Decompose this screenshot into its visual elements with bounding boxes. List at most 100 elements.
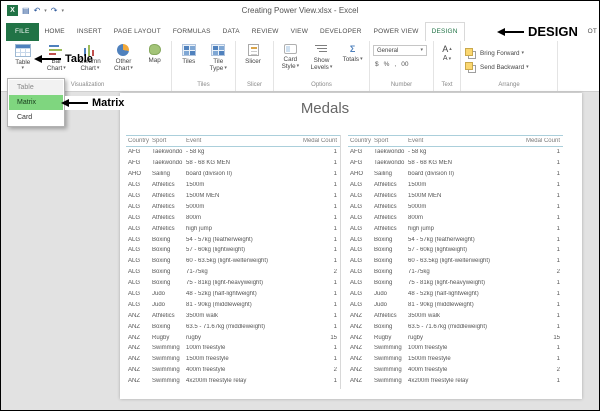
column-header-medal-count[interactable]: Medal Count	[300, 138, 340, 144]
show-levels-button[interactable]: Show Levels▾	[306, 44, 338, 71]
other-chart-button[interactable]: Other Chart▾	[108, 44, 140, 72]
table-row[interactable]: AFG Taekwondo - 58 kg 1	[348, 147, 563, 158]
tab-design[interactable]: DESIGN	[425, 22, 465, 41]
table-row[interactable]: ALG Judo 48 - 52kg (half-lightweight) 1	[348, 289, 563, 300]
table-row[interactable]: AFG Taekwondo 58 - 68 KG MEN 1	[348, 158, 563, 169]
table-row[interactable]: ANZ Swimming 400m freestyle 2	[348, 365, 563, 376]
column-header-sport[interactable]: Sport	[374, 138, 408, 144]
table-row[interactable]: ANZ Athletics 3500m walk 1	[348, 310, 563, 321]
totals-button[interactable]: Σ Totals▾	[339, 44, 366, 63]
table-row[interactable]: ALG Boxing 75 - 81kg (light-heavyweight)…	[348, 278, 563, 289]
table-row[interactable]: ANZ Swimming 1500m freestyle 1	[126, 354, 340, 365]
report-title[interactable]: Medals	[150, 100, 500, 117]
table-row[interactable]: ANZ Swimming 4x200m freestyle relay 1	[348, 376, 563, 387]
table-row[interactable]: ANZ Rugby rugby 15	[348, 332, 563, 343]
card-style-button[interactable]: Card Style▾	[277, 44, 304, 70]
table-row[interactable]: ALG Boxing 71-75kg 2	[126, 267, 340, 278]
table-row[interactable]: ALG Athletics 800m 1	[126, 212, 340, 223]
menu-item-table[interactable]: Table	[9, 80, 63, 95]
tab-view[interactable]: VIEW	[285, 23, 314, 41]
table-row[interactable]: AFG Taekwondo 58 - 68 KG MEN 1	[126, 158, 340, 169]
column-header-country[interactable]: Country	[126, 138, 152, 144]
tab-insert[interactable]: INSERT	[71, 23, 108, 41]
tab-data[interactable]: DATA	[217, 23, 246, 41]
table-row[interactable]: ANZ Swimming 400m freestyle 2	[126, 365, 340, 376]
table-row[interactable]: ANZ Swimming 1500m freestyle 1	[348, 354, 563, 365]
send-backward-button[interactable]: Send Backward ▾	[464, 60, 529, 74]
decimal-format-button[interactable]: 00	[401, 61, 408, 68]
table-row[interactable]: ALG Boxing 75 - 81kg (light-heavyweight)…	[126, 278, 340, 289]
increase-text-size-button[interactable]: A ▴	[442, 45, 452, 54]
comma-format-button[interactable]: ,	[394, 61, 396, 68]
tab-developer[interactable]: DEVELOPER	[314, 23, 368, 41]
tab-review[interactable]: REVIEW	[246, 23, 285, 41]
column-header-country[interactable]: Country	[348, 138, 374, 144]
cell-event: 5000m	[408, 204, 523, 210]
table-row[interactable]: ALG Athletics 5000m 1	[348, 201, 563, 212]
table-row[interactable]: ALG Athletics 1500m 1	[126, 180, 340, 191]
tile-type-button[interactable]: Tile Type▾	[205, 44, 233, 72]
slicer-button[interactable]: Slicer	[239, 44, 267, 65]
card-style-label-1: Card	[284, 56, 298, 63]
table-row[interactable]: ANZ Swimming 100m freestyle 1	[126, 343, 340, 354]
map-button[interactable]: Map	[141, 44, 168, 64]
table-row[interactable]: ALG Boxing 60 - 63.5kg (light-welterweig…	[126, 256, 340, 267]
table-row[interactable]: ANZ Swimming 4x200m freestyle relay 1	[126, 376, 340, 387]
tiles-button[interactable]: Tiles	[175, 44, 203, 65]
decrease-text-size-button[interactable]: A ▾	[443, 55, 451, 63]
table-row[interactable]: ALG Boxing 57 - 60kg (lightweight) 1	[348, 245, 563, 256]
table-row[interactable]: ANZ Athletics 3500m walk 1	[126, 310, 340, 321]
table-row[interactable]: ALG Athletics 1500M MEN 1	[348, 191, 563, 202]
menu-item-matrix[interactable]: Matrix	[9, 95, 63, 110]
table-row[interactable]: ALG Judo 81 - 90kg (middleweight) 1	[348, 299, 563, 310]
table-row[interactable]: ALG Athletics high jump 1	[348, 223, 563, 234]
table-row[interactable]: ALG Boxing 57 - 60kg (lightweight) 1	[126, 245, 340, 256]
table-row[interactable]: ANZ Swimming 100m freestyle 1	[348, 343, 563, 354]
column-header-event[interactable]: Event	[186, 138, 300, 144]
qat-caret-icon[interactable]: ▾	[61, 8, 64, 14]
redo-icon[interactable]: ↷	[51, 6, 58, 16]
menu-item-card[interactable]: Card	[9, 110, 63, 125]
tab-power-view[interactable]: POWER VIEW	[368, 23, 425, 41]
cell-sport: Athletics	[374, 313, 408, 319]
table-row[interactable]: ANZ Rugby rugby 15	[126, 332, 340, 343]
table-row[interactable]: ALG Boxing 60 - 63.5kg (light-welterweig…	[348, 256, 563, 267]
table-row[interactable]: ANZ Boxing 63.5 - 71.67kg (middleweight)…	[348, 321, 563, 332]
currency-format-button[interactable]: $	[375, 61, 379, 68]
save-icon[interactable]: ▤	[22, 6, 30, 16]
table-row[interactable]: ALG Athletics 5000m 1	[126, 201, 340, 212]
table-row[interactable]: ALG Boxing 54 - 57kg (featherweight) 1	[126, 234, 340, 245]
percent-format-button[interactable]: %	[384, 61, 390, 68]
undo-caret-icon[interactable]: ▾	[44, 8, 47, 14]
table-row[interactable]: AHO Sailing board (division II) 1	[126, 169, 340, 180]
caret-down-icon: ▾	[449, 57, 452, 62]
tab-page-layout[interactable]: PAGE LAYOUT	[108, 23, 167, 41]
bring-forward-button[interactable]: Bring Forward ▾	[464, 46, 524, 60]
table-row[interactable]: ALG Athletics 1500m 1	[348, 180, 563, 191]
table-row[interactable]: ALG Judo 48 - 52kg (half-lightweight) 1	[126, 289, 340, 300]
caret-down-icon: ▾	[63, 66, 66, 71]
table-row[interactable]: AHO Sailing board (division II) 1	[348, 169, 563, 180]
number-format-dropdown[interactable]: General ▾	[373, 45, 427, 56]
tab-file[interactable]: FILE	[6, 23, 39, 41]
table-row[interactable]: ALG Athletics 1500M MEN 1	[126, 191, 340, 202]
undo-icon[interactable]: ↶	[34, 6, 41, 16]
cell-event: 60 - 63.5kg (light-welterweight)	[408, 258, 523, 264]
column-header-sport[interactable]: Sport	[152, 138, 186, 144]
column-header-event[interactable]: Event	[408, 138, 523, 144]
column-header-medal-count[interactable]: Medal Count	[523, 138, 563, 144]
table-row[interactable]: AFG Taekwondo - 58 kg 1	[126, 147, 340, 158]
table-row[interactable]: ALG Boxing 71-75kg 2	[348, 267, 563, 278]
tab-home[interactable]: HOME	[39, 23, 71, 41]
table-row[interactable]: ALG Athletics high jump 1	[126, 223, 340, 234]
tab-powerpivot-partial[interactable]: OT	[587, 23, 598, 41]
table-row[interactable]: ALG Boxing 54 - 57kg (featherweight) 1	[348, 234, 563, 245]
number-format-value: General	[377, 48, 398, 54]
cell-event: 57 - 60kg (lightweight)	[186, 247, 300, 253]
cell-event: 57 - 60kg (lightweight)	[408, 247, 523, 253]
cell-country: AHO	[348, 171, 374, 177]
table-row[interactable]: ALG Athletics 800m 1	[348, 212, 563, 223]
table-row[interactable]: ALG Judo 81 - 90kg (middleweight) 1	[126, 299, 340, 310]
table-row[interactable]: ANZ Boxing 63.5 - 71.67kg (middleweight)…	[126, 321, 340, 332]
tab-formulas[interactable]: FORMULAS	[167, 23, 217, 41]
